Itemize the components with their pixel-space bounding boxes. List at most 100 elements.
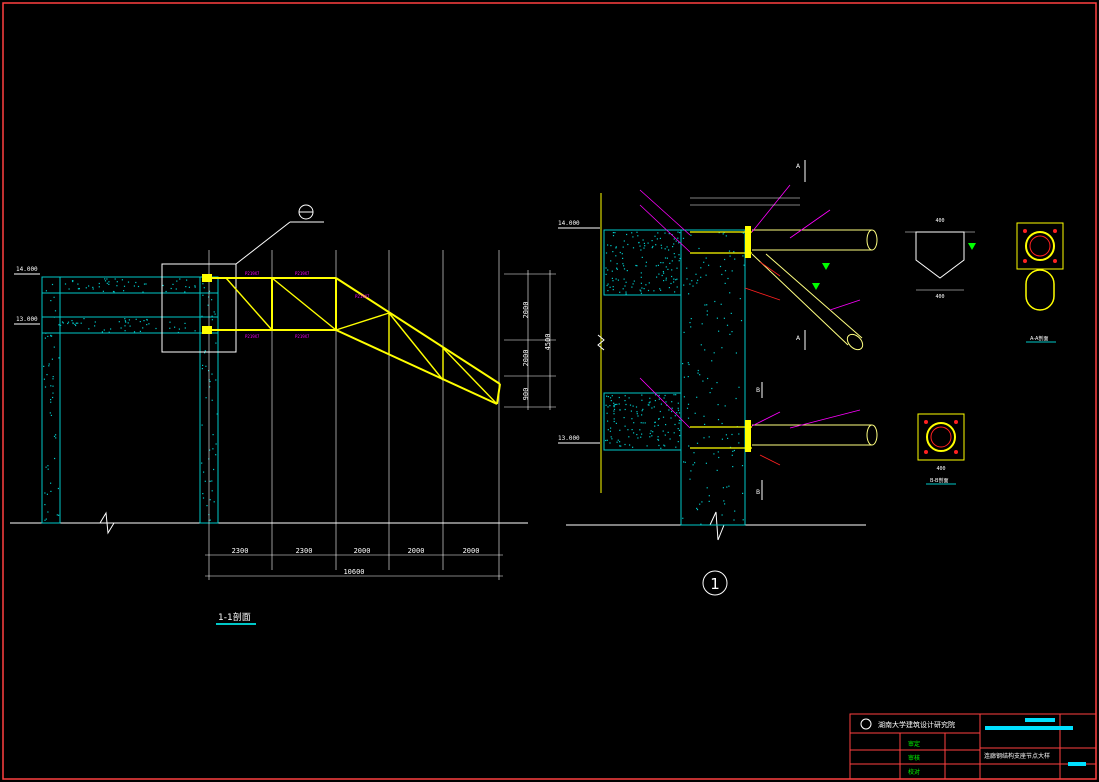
hatch-dot xyxy=(658,444,660,447)
hatch-dot xyxy=(612,235,615,237)
hatch-dot xyxy=(690,318,692,320)
hatch-dot xyxy=(739,298,741,300)
hatch-dot xyxy=(80,322,82,324)
hatch-dot xyxy=(651,247,653,249)
hatch-dot xyxy=(662,262,664,264)
hatch-dot xyxy=(170,287,172,290)
hatch-dot xyxy=(174,326,176,328)
hatch-dot xyxy=(657,264,659,266)
hatch-dot xyxy=(612,280,614,282)
hatch-dot xyxy=(135,318,137,320)
hatch-dot xyxy=(701,323,703,325)
hatch-dot xyxy=(700,523,702,525)
hatch-dot xyxy=(68,288,70,290)
hatch-dot xyxy=(83,318,85,320)
hatch-dot xyxy=(619,251,621,254)
hatch-dot xyxy=(678,422,680,424)
hatch-dot xyxy=(48,365,50,367)
hatch-dot xyxy=(201,424,203,426)
hatch-dot xyxy=(645,284,647,286)
hatch-dot xyxy=(169,321,171,323)
hatch-dot xyxy=(607,244,609,246)
hatch-dot xyxy=(721,438,723,440)
hatch-dot xyxy=(609,286,611,288)
hatch-dot xyxy=(686,407,689,409)
hatch-dot xyxy=(123,290,125,292)
hatch-dot xyxy=(211,399,213,401)
hatch-dot xyxy=(664,434,666,436)
bolt-hole xyxy=(1053,229,1057,233)
hatch-dot xyxy=(607,420,609,422)
hatch-dot xyxy=(658,273,660,275)
h-dim-4: 2000 xyxy=(408,547,425,555)
hatch-dot xyxy=(52,376,54,378)
hatch-dot xyxy=(641,410,643,412)
concrete-column xyxy=(680,229,746,526)
hatch-dot xyxy=(697,369,699,372)
hatch-dot xyxy=(708,436,710,438)
hatch-dot xyxy=(697,372,699,374)
hatch-dot xyxy=(617,439,619,441)
hatch-dot xyxy=(188,286,190,288)
hatch-dot xyxy=(632,283,634,285)
pipe-inner-a xyxy=(1029,235,1051,257)
hatch-dot xyxy=(102,290,104,292)
hatch-dot xyxy=(625,293,627,295)
hatch-dot xyxy=(667,431,669,433)
hatch-dot xyxy=(106,282,108,284)
hatch-dot xyxy=(699,503,701,505)
hatch-dot xyxy=(186,279,188,281)
hatch-dot xyxy=(643,288,645,290)
hatch-dot xyxy=(675,240,677,242)
hatch-dot xyxy=(624,400,626,402)
hatch-dot xyxy=(52,385,54,387)
hatch-dot xyxy=(615,255,617,257)
hatch-dot xyxy=(145,283,147,285)
hatch-dot xyxy=(704,423,706,425)
hatch-dot xyxy=(645,265,647,267)
bolt-hole xyxy=(1053,259,1057,263)
hatch-dot xyxy=(605,439,607,442)
hatch-dot xyxy=(719,265,722,268)
hatch-dot xyxy=(732,450,734,452)
hatch-dot xyxy=(703,415,705,417)
detail-a-dim-top: 400 xyxy=(935,218,944,224)
hatch-dot xyxy=(662,271,664,273)
hatch-dot xyxy=(128,319,130,321)
hatch-dot xyxy=(50,399,52,401)
hatch-dot xyxy=(648,402,650,404)
hatch-dot xyxy=(127,322,129,324)
hatch-dot xyxy=(686,278,688,280)
hatch-dot xyxy=(677,441,679,443)
hatch-dot xyxy=(636,434,638,436)
pipe-inner-b xyxy=(930,426,952,448)
elevation-top-label: 14.000 xyxy=(16,266,38,273)
hatch-dot xyxy=(610,245,612,247)
hatch-dot xyxy=(696,509,699,511)
hatch-dot xyxy=(94,321,96,323)
concrete-hatch-right xyxy=(605,231,745,525)
hatch-dot xyxy=(108,283,110,285)
steel-pipes xyxy=(751,229,878,446)
hatch-dot xyxy=(624,425,626,427)
hatch-dot xyxy=(731,454,733,456)
hatch-dot xyxy=(725,235,727,237)
svg-text:P219X7: P219X7 xyxy=(245,334,260,339)
hatch-dot xyxy=(203,287,205,289)
hatch-dot xyxy=(633,280,635,282)
hatch-dot xyxy=(184,327,186,329)
hatch-dot xyxy=(137,285,140,288)
hatch-dot xyxy=(700,344,702,346)
hatch-dot xyxy=(94,325,96,327)
section-mark-b2: B xyxy=(756,489,760,496)
hatch-dot xyxy=(696,396,698,398)
bolt-hole xyxy=(954,450,958,454)
hatch-dot xyxy=(678,254,680,256)
hatch-dot xyxy=(64,283,67,285)
h-dim-5: 2000 xyxy=(463,547,480,555)
hatch-dot xyxy=(638,242,640,244)
hatch-dot xyxy=(53,346,55,348)
hatch-dot xyxy=(215,454,217,456)
bolt-hole xyxy=(1023,229,1027,233)
hatch-dot xyxy=(729,292,731,294)
